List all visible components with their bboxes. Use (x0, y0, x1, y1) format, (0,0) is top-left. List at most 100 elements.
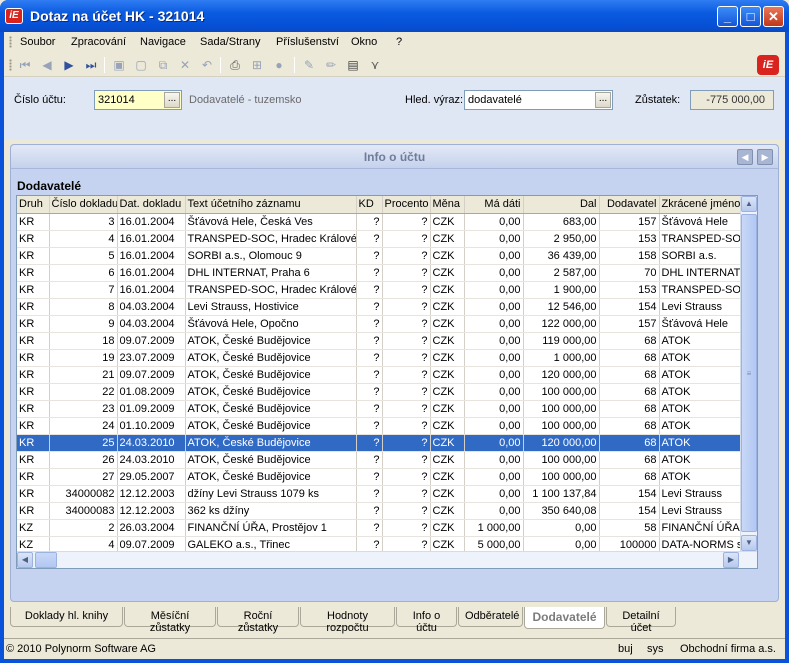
table-row[interactable]: KR 9 04.03.2004 Šťávová Hele, Opočno?? CZK 0,… (17, 315, 743, 333)
table-row[interactable]: KR 19 23.07.2009 ATOK, České Budějovice?? CZ… (17, 349, 743, 367)
delete-icon[interactable]: ✕ (178, 58, 192, 72)
filter-icon[interactable]: ⋎ (368, 58, 382, 72)
table-row[interactable]: KR 34000083 12.12.2003 362 ks džíny?? CZK 0,0… (17, 502, 743, 520)
table-cell: ATOK (659, 451, 743, 469)
maximize-button[interactable]: □ (740, 6, 761, 27)
menu-navigace[interactable]: Navigace (140, 36, 186, 48)
menu-prislusenstvi[interactable]: Příslušenství (276, 36, 339, 48)
account-number-input[interactable]: 321014 ... (94, 90, 182, 110)
table-cell: ? (356, 417, 383, 435)
search-lookup-button[interactable]: ... (595, 92, 611, 108)
table-row[interactable]: KR 27 29.05.2007 ATOK, České Budějovice?? CZ… (17, 468, 743, 486)
print-icon[interactable]: ⎙ (228, 58, 242, 72)
tab-doklady[interactable]: Doklady hl. knihy (10, 607, 123, 627)
table-row[interactable]: KR 3 16.01.2004 Šťávová Hele, Česká Ves?? CZ… (17, 213, 743, 231)
undo-icon[interactable]: ↶ (200, 58, 214, 72)
search-input[interactable]: dodavatelé ... (464, 90, 613, 110)
tab-detailni[interactable]: Detailní účet (606, 607, 676, 634)
table-cell: 16.01.2004 (117, 213, 186, 231)
table-row[interactable]: KR 21 09.07.2009 ATOK, České Budějovice?? CZ… (17, 366, 743, 384)
next-record-icon[interactable]: ▶ (62, 58, 76, 72)
table-row[interactable]: KR 24 01.10.2009 ATOK, České Budějovice?? CZ… (17, 417, 743, 435)
table-row[interactable]: KR 4 16.01.2004 TRANSPED-SOC, Hradec Králov… (17, 230, 743, 248)
table-row[interactable]: KR 7 16.01.2004 TRANSPED-SOC, Hradec Králov… (17, 281, 743, 299)
table-row[interactable]: KR 6 16.01.2004 DHL INTERNAT, Praha 6?? CZK 0… (17, 264, 743, 282)
table-row[interactable]: KR 25 24.03.2010 ATOK, České Budějovice?? CZ… (17, 434, 743, 452)
tab-mesicni[interactable]: Měsíční zůstatky (124, 607, 216, 634)
table-row[interactable]: KZ 2 26.03.2004 FINANČNÍ ÚŘA, Prostějov 1??… (17, 519, 743, 537)
scroll-left-icon[interactable]: ◀ (17, 552, 33, 568)
column-header[interactable]: Zkrácené jméno (659, 196, 743, 214)
tab-info[interactable]: Info o účtu (396, 607, 457, 634)
save-icon[interactable]: ▣ (112, 58, 126, 72)
column-header[interactable]: Druh (17, 196, 50, 214)
table-row[interactable]: KR 5 16.01.2004 SORBI a.s., Olomouc 9?? CZK 0… (17, 247, 743, 265)
menu-soubor[interactable]: Soubor (20, 36, 55, 48)
last-record-icon[interactable]: ⏭ (84, 58, 98, 72)
table-body: KR 3 16.01.2004 Šťávová Hele, Česká Ves?? CZ… (17, 213, 743, 554)
table-cell: 7 (49, 281, 118, 299)
tab-dodavatele[interactable]: Dodavatelé (524, 607, 605, 629)
table-cell: KR (17, 213, 50, 231)
table-cell: Šťávová Hele, Česká Ves (185, 213, 357, 231)
column-header[interactable]: Číslo dokladu (49, 196, 118, 214)
scroll-up-icon[interactable]: ▲ (741, 196, 757, 212)
minimize-button[interactable]: _ (717, 6, 738, 27)
table-cell: ? (356, 213, 383, 231)
table-row[interactable]: KR 26 24.03.2010 ATOK, České Budějovice?? CZ… (17, 451, 743, 469)
title-bar[interactable]: iE Dotaz na účet HK - 321014 _ □ ✕ (0, 0, 789, 32)
scroll-right-icon[interactable]: ▶ (723, 552, 739, 568)
panel-prev-icon[interactable]: ◀ (737, 149, 753, 165)
scroll-thumb[interactable]: ≡ (741, 214, 757, 532)
table-cell: KR (17, 383, 50, 401)
table-cell: KR (17, 417, 50, 435)
table-header-row: Druh Číslo dokladu Dat. dokladu Text účetní… (17, 196, 743, 214)
table-cell: ? (356, 434, 383, 452)
table-cell: 157 (599, 213, 660, 231)
column-header[interactable]: Dodavatel (599, 196, 660, 214)
tree-icon[interactable]: ⊞ (250, 58, 264, 72)
close-button[interactable]: ✕ (763, 6, 784, 27)
app-logo-icon[interactable]: iE (5, 8, 23, 24)
document-icon[interactable]: ▤ (346, 58, 360, 72)
table-row[interactable]: KR 8 04.03.2004 Levi Strauss, Hostivice?? CZ… (17, 298, 743, 316)
column-header[interactable]: KD (356, 196, 383, 214)
table-row[interactable]: KR 23 01.09.2009 ATOK, České Budějovice?? CZ… (17, 400, 743, 418)
table-row[interactable]: KR 22 01.08.2009 ATOK, České Budějovice?? CZ… (17, 383, 743, 401)
menu-zpracovani[interactable]: Zpracování (71, 36, 126, 48)
panel-header: Info o účtu ◀ ▶ (11, 145, 778, 169)
column-header[interactable]: Procento (382, 196, 431, 214)
column-header[interactable]: Text účetního záznamu (185, 196, 357, 214)
pen-icon[interactable]: ✏ (324, 58, 338, 72)
table-cell: 0,00 (464, 315, 524, 333)
account-lookup-button[interactable]: ... (164, 92, 180, 108)
menu-grip-icon[interactable] (9, 36, 12, 48)
table-cell: KR (17, 298, 50, 316)
prev-record-icon[interactable]: ◀ (40, 58, 54, 72)
menu-okno[interactable]: Okno (351, 36, 377, 48)
table-row[interactable]: KR 34000082 12.12.2003 džíny Levi Strauss 1… (17, 485, 743, 503)
vertical-scrollbar[interactable]: ▲ ≡ ▼ (740, 196, 757, 552)
edit-icon[interactable]: ✎ (302, 58, 316, 72)
hscroll-thumb[interactable] (35, 552, 57, 568)
table-cell: 04.03.2004 (117, 298, 186, 316)
column-header[interactable]: Dat. dokladu (117, 196, 186, 214)
scroll-down-icon[interactable]: ▼ (741, 535, 757, 551)
column-header[interactable]: Měna (430, 196, 465, 214)
tab-rocni[interactable]: Roční zůstatky (217, 607, 299, 634)
toolbar-grip-icon[interactable] (9, 59, 12, 71)
tab-odberatele[interactable]: Odběratelé (458, 607, 523, 627)
menu-help[interactable]: ? (396, 36, 402, 48)
table-cell: 18 (49, 332, 118, 350)
tab-rozpocet[interactable]: Hodnoty rozpočtu (300, 607, 395, 634)
panel-next-icon[interactable]: ▶ (757, 149, 773, 165)
refresh-icon[interactable]: ● (272, 58, 286, 72)
column-header[interactable]: Dal (523, 196, 600, 214)
menu-sada-strany[interactable]: Sada/Strany (200, 36, 261, 48)
copy-icon[interactable]: ⧉ (156, 58, 170, 72)
column-header[interactable]: Má dáti (464, 196, 524, 214)
horizontal-scrollbar[interactable]: ◀ ▶ (17, 551, 757, 568)
table-row[interactable]: KR 18 09.07.2009 ATOK, České Budějovice?? CZ… (17, 332, 743, 350)
new-icon[interactable]: ▢ (134, 58, 148, 72)
first-record-icon[interactable]: ⏮ (18, 58, 32, 72)
